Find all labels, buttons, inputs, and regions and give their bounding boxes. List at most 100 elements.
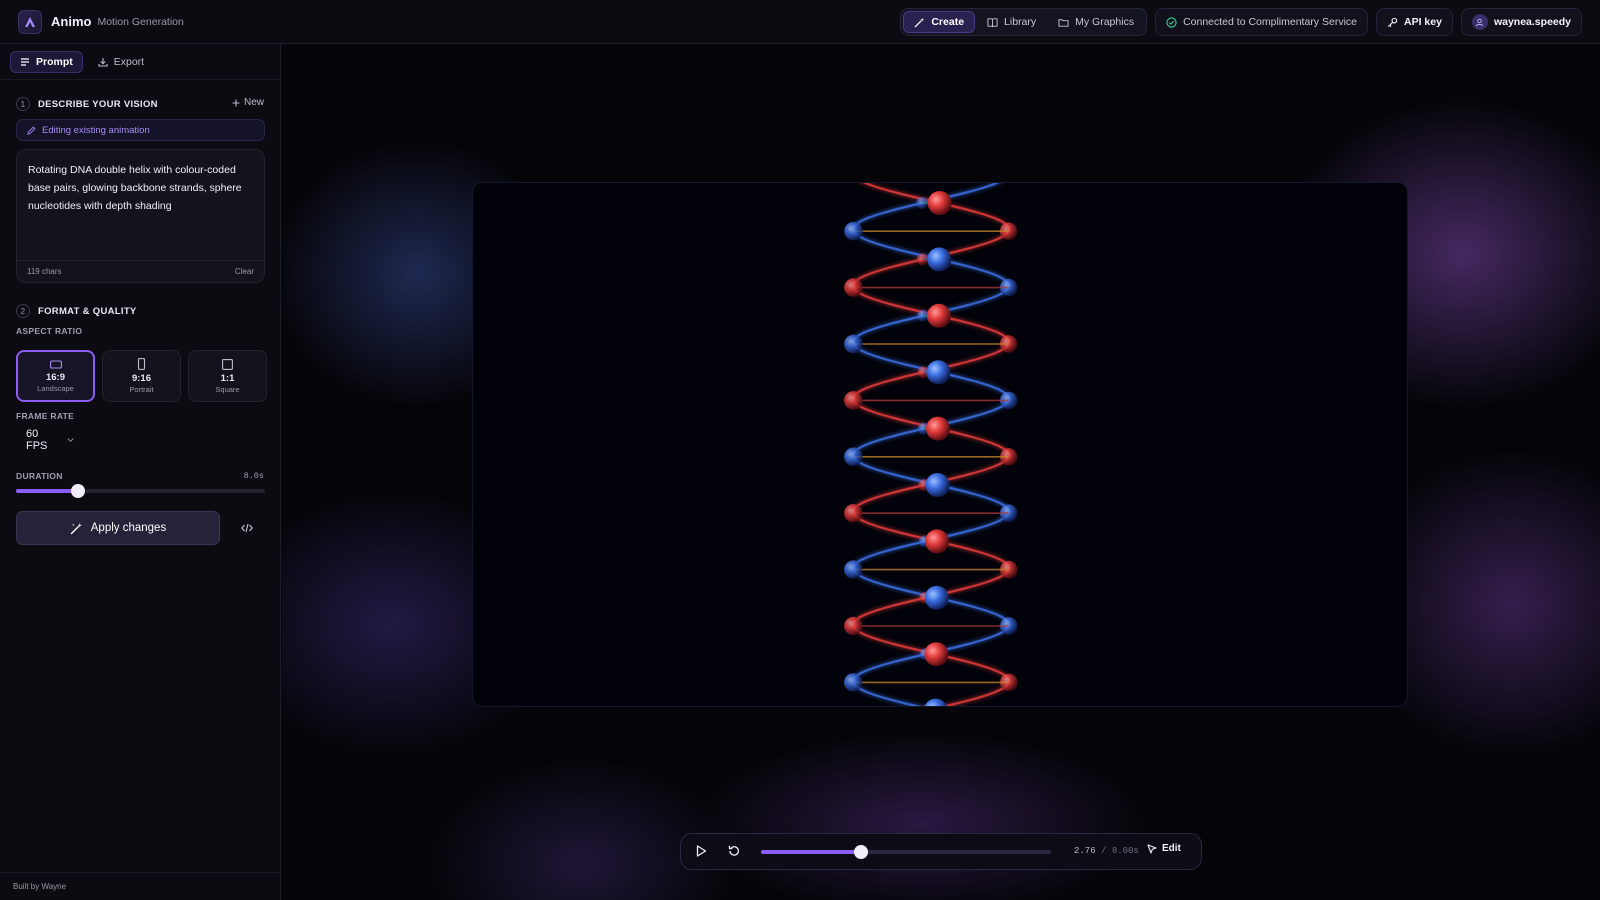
nav-library-label: Library xyxy=(1004,16,1037,28)
aspect-value: 16:9 xyxy=(45,371,65,383)
helix-front-layer xyxy=(844,191,952,706)
nucleotide-red xyxy=(926,303,951,328)
duration-slider[interactable] xyxy=(16,484,265,498)
nav-create[interactable]: Create xyxy=(903,11,976,33)
panel-tabs: Prompt Export xyxy=(0,44,280,80)
format-section-header: 2 FORMAT & QUALITY xyxy=(16,304,137,318)
char-count: 119 chars xyxy=(27,267,62,276)
dna-helix-animation xyxy=(844,183,1018,706)
menu-icon xyxy=(21,58,29,66)
square-icon xyxy=(222,358,233,370)
duration-slider-thumb[interactable] xyxy=(71,484,86,498)
step-number: 1 xyxy=(16,97,30,111)
prompt-text[interactable]: Rotating DNA double helix with colour-co… xyxy=(28,161,258,215)
nav-library[interactable]: Library xyxy=(977,11,1046,33)
current-time: 2.76 xyxy=(1074,846,1096,856)
api-key-label: API key xyxy=(1404,16,1442,28)
animation-preview[interactable] xyxy=(472,182,1408,707)
nucleotide-blue xyxy=(924,698,947,706)
view-code-button[interactable] xyxy=(229,511,265,545)
wand-icon xyxy=(70,522,82,534)
aspect-value: 9:16 xyxy=(131,373,151,384)
editing-banner: Editing existing animation xyxy=(16,119,265,141)
frame-rate-label: FRAME RATE xyxy=(16,411,75,421)
timeline-progress xyxy=(761,850,862,854)
app-subtitle: Motion Generation xyxy=(97,15,184,28)
aspect-name: Landscape xyxy=(37,383,74,393)
total-time: 8.00s xyxy=(1111,846,1139,856)
time-readout: 2.76 / 8.00s xyxy=(1074,846,1139,856)
nucleotide-red xyxy=(844,278,863,297)
nucleotide-red xyxy=(926,416,950,441)
nucleotide-red xyxy=(844,504,863,523)
edit-label: Edit xyxy=(1162,843,1181,854)
aspect-option-landscape[interactable]: 16:9 Landscape xyxy=(16,350,95,402)
connection-status[interactable]: Connected to Complimentary Service xyxy=(1155,8,1368,36)
code-icon xyxy=(241,523,253,533)
user-menu[interactable]: waynea.speedy xyxy=(1460,8,1582,36)
plus-icon xyxy=(232,99,240,106)
duration-label: DURATION xyxy=(16,471,63,481)
duration-value: 8.0s xyxy=(243,471,264,481)
pencil-icon xyxy=(27,126,36,135)
preview-stage: 2.76 / 8.00s Edit xyxy=(282,44,1600,900)
nav-my-graphics[interactable]: My Graphics xyxy=(1048,11,1144,33)
apply-changes-button[interactable]: Apply changes xyxy=(16,511,220,545)
aspect-name: Square xyxy=(215,384,240,394)
playback-controls: 2.76 / 8.00s Edit xyxy=(680,833,1202,870)
key-icon xyxy=(1387,17,1398,27)
aspect-ratio-options: 16:9 Landscape 9:16 Portrait 1:1 Square xyxy=(16,350,267,402)
prompt-input[interactable]: Rotating DNA double helix with colour-co… xyxy=(16,149,265,283)
duration-slider-fill xyxy=(16,489,79,493)
frame-rate-value: 60 FPS xyxy=(26,428,48,452)
user-avatar-icon xyxy=(1471,14,1488,30)
username: waynea.speedy xyxy=(1493,16,1571,28)
nav-my-graphics-label: My Graphics xyxy=(1075,16,1135,28)
aspect-option-square[interactable]: 1:1 Square xyxy=(188,350,267,402)
chevron-down-icon xyxy=(67,438,74,443)
helix-base-pairs xyxy=(853,202,1009,684)
timeline-thumb[interactable] xyxy=(854,845,869,859)
restart-icon[interactable] xyxy=(727,844,741,858)
editing-banner-label: Editing existing animation xyxy=(42,124,150,136)
new-prompt-label: New xyxy=(243,97,264,108)
tab-export-label: Export xyxy=(113,56,145,68)
nucleotide-red xyxy=(927,191,952,215)
aspect-value: 1:1 xyxy=(220,372,235,384)
prompt-footer: 119 chars Clear xyxy=(17,260,264,282)
new-prompt-button[interactable]: New xyxy=(232,97,264,108)
clear-button[interactable]: Clear xyxy=(235,267,254,276)
check-circle-icon xyxy=(1166,16,1177,28)
nav-create-label: Create xyxy=(931,16,965,28)
api-key-button[interactable]: API key xyxy=(1376,8,1453,36)
apply-changes-label: Apply changes xyxy=(90,522,167,534)
left-panel: Prompt Export 1 DESCRIBE YOUR VISION New… xyxy=(0,44,281,900)
tab-prompt-label: Prompt xyxy=(36,56,73,68)
built-by-footer: Built by Wayne xyxy=(0,872,280,900)
tab-prompt[interactable]: Prompt xyxy=(10,51,83,73)
aspect-ratio-label: ASPECT RATIO xyxy=(16,326,83,336)
landscape-icon xyxy=(49,359,62,369)
aspect-option-portrait[interactable]: 9:16 Portrait xyxy=(102,350,181,402)
nucleotide-blue xyxy=(927,247,952,272)
describe-section-header: 1 DESCRIBE YOUR VISION xyxy=(16,97,158,111)
edit-button[interactable]: Edit xyxy=(1147,843,1181,854)
nucleotide-red xyxy=(844,616,863,636)
nucleotide-blue xyxy=(844,334,863,354)
play-icon[interactable] xyxy=(694,844,708,858)
connection-status-label: Connected to Complimentary Service xyxy=(1183,16,1357,28)
format-section-title: FORMAT & QUALITY xyxy=(38,305,137,317)
app-logo-icon xyxy=(18,9,42,34)
wand-icon xyxy=(914,17,925,28)
aspect-name: Portrait xyxy=(129,385,154,394)
nucleotide-red xyxy=(924,642,949,667)
nucleotide-red xyxy=(925,529,950,554)
portrait-icon xyxy=(137,358,146,370)
main-nav: Create Library My Graphics xyxy=(900,8,1148,36)
describe-section-title: DESCRIBE YOUR VISION xyxy=(38,98,158,110)
nucleotide-blue xyxy=(924,585,949,610)
frame-rate-select[interactable]: 60 FPS xyxy=(16,428,84,452)
timeline-scrubber[interactable] xyxy=(761,845,1051,859)
nucleotide-blue xyxy=(844,221,863,241)
tab-export[interactable]: Export xyxy=(89,51,153,73)
